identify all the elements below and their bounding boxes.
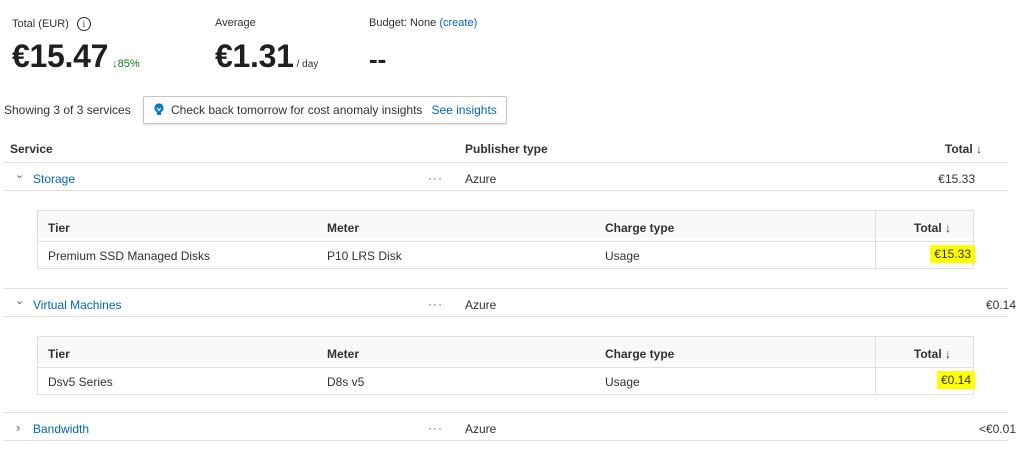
total-label-group: Total (EUR) i bbox=[12, 17, 91, 31]
more-options-icon[interactable]: ··· bbox=[428, 171, 443, 185]
total-value-highlighted: €15.33 bbox=[930, 245, 975, 263]
total-value: €15.47 bbox=[12, 38, 109, 74]
average-value: €1.31 bbox=[215, 38, 294, 74]
average-label: Average bbox=[215, 17, 256, 29]
subheader-tier[interactable]: Tier bbox=[48, 221, 70, 235]
subheader-total[interactable]: Total ↓ bbox=[914, 347, 951, 361]
publisher-bandwidth: Azure bbox=[465, 422, 497, 436]
service-bandwidth[interactable]: Bandwidth bbox=[33, 422, 89, 436]
subheader-charge-type[interactable]: Charge type bbox=[605, 347, 674, 361]
chevron-down-icon[interactable]: ⌄ bbox=[15, 294, 24, 307]
subtable-divider bbox=[38, 241, 973, 242]
subtable-divider bbox=[38, 367, 973, 368]
showing-count: Showing 3 of 3 services bbox=[4, 103, 131, 117]
vm-detail-table: Tier Meter Charge type Total ↓ Dsv5 Seri… bbox=[37, 336, 975, 395]
total-metric: €15.47 ↓85% bbox=[12, 38, 140, 75]
charge-type-value: Usage bbox=[605, 249, 640, 263]
highlight-mark: €15.33 bbox=[930, 245, 975, 263]
budget-label-group: Budget: None (create) bbox=[369, 17, 477, 29]
total-storage: €15.33 bbox=[938, 172, 975, 186]
tier-value: Premium SSD Managed Disks bbox=[48, 249, 211, 263]
row-divider bbox=[4, 440, 1008, 441]
meter-value: P10 LRS Disk bbox=[327, 249, 402, 263]
more-options-icon[interactable]: ··· bbox=[428, 421, 443, 435]
insight-text: Check back tomorrow for cost anomaly ins… bbox=[171, 103, 423, 117]
highlight-mark: €0.14 bbox=[936, 371, 975, 389]
service-virtual-machines[interactable]: Virtual Machines bbox=[33, 298, 122, 312]
service-storage[interactable]: Storage bbox=[33, 172, 75, 186]
total-bandwidth: <€0.01 bbox=[978, 422, 1016, 436]
budget-label: Budget: None bbox=[369, 17, 437, 29]
insight-banner: Check back tomorrow for cost anomaly ins… bbox=[143, 96, 507, 124]
subtable-header-bg bbox=[38, 211, 973, 238]
subheader-tier[interactable]: Tier bbox=[48, 347, 70, 361]
see-insights-link[interactable]: See insights bbox=[431, 103, 496, 117]
budget-value: -- bbox=[369, 44, 387, 74]
chevron-down-icon[interactable]: ⌄ bbox=[15, 168, 24, 181]
total-value-highlighted: €0.14 bbox=[936, 371, 975, 389]
subheader-charge-type[interactable]: Charge type bbox=[605, 221, 674, 235]
chevron-right-icon[interactable]: › bbox=[16, 420, 20, 435]
row-divider bbox=[4, 316, 1008, 317]
subtable-header-bg bbox=[38, 337, 973, 364]
publisher-virtual-machines: Azure bbox=[465, 298, 497, 312]
average-unit: / day bbox=[296, 59, 319, 70]
total-change: ↓85% bbox=[112, 58, 140, 70]
column-header-total[interactable]: Total ↓ bbox=[945, 142, 982, 156]
subheader-meter[interactable]: Meter bbox=[327, 221, 359, 235]
info-icon[interactable]: i bbox=[76, 17, 91, 31]
storage-detail-table: Tier Meter Charge type Total ↓ Premium S… bbox=[37, 210, 975, 269]
total-virtual-machines: €0.14 bbox=[985, 298, 1016, 312]
average-metric: €1.31 / day bbox=[215, 38, 318, 75]
row-divider bbox=[4, 288, 1008, 289]
row-divider bbox=[4, 412, 1008, 413]
tier-value: Dsv5 Series bbox=[48, 375, 113, 389]
column-separator bbox=[875, 337, 876, 394]
subheader-meter[interactable]: Meter bbox=[327, 347, 359, 361]
column-separator bbox=[875, 211, 876, 268]
column-header-service[interactable]: Service bbox=[10, 142, 53, 156]
lightbulb-icon bbox=[154, 103, 164, 115]
publisher-storage: Azure bbox=[465, 172, 497, 186]
subheader-total[interactable]: Total ↓ bbox=[914, 221, 951, 235]
create-budget-link[interactable]: (create) bbox=[439, 17, 477, 29]
charge-type-value: Usage bbox=[605, 375, 640, 389]
more-options-icon[interactable]: ··· bbox=[428, 297, 443, 311]
total-label: Total (EUR) bbox=[12, 18, 69, 30]
header-divider bbox=[4, 162, 1008, 163]
meter-value: D8s v5 bbox=[327, 375, 365, 389]
row-divider bbox=[4, 190, 1008, 191]
column-header-publisher[interactable]: Publisher type bbox=[465, 142, 548, 156]
